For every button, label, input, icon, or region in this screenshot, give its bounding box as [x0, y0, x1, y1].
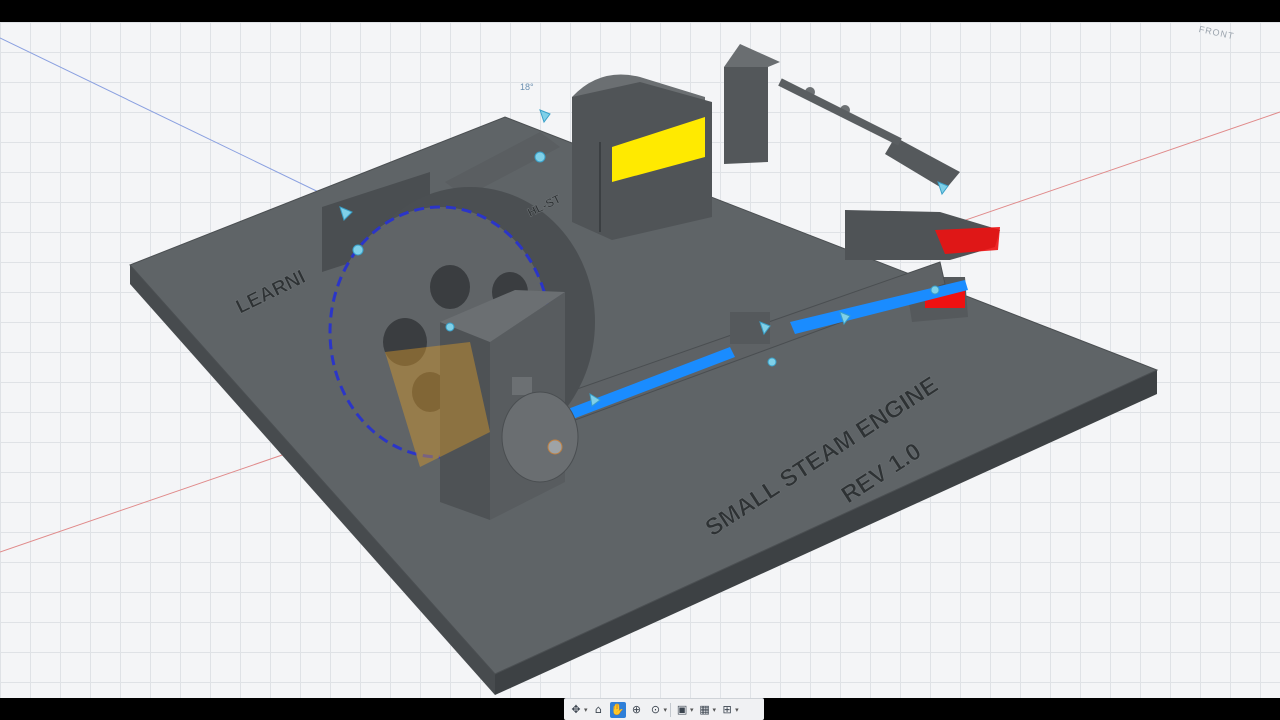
engine-model[interactable]: 18° LEARNI HL-ST SMALL STEAM ENGINE REV … [0, 22, 1280, 698]
rear-link-arm [885, 137, 960, 190]
canvas-viewport[interactable]: 18° LEARNI HL-ST SMALL STEAM ENGINE REV … [0, 22, 1280, 698]
rear-pillar-front [724, 67, 768, 164]
chevron-down-icon[interactable]: ▾ [713, 706, 717, 714]
flywheel-hole-2 [430, 265, 470, 309]
look-at-icon[interactable]: ⌂ [591, 702, 607, 718]
crank-disc [501, 391, 579, 483]
pan-icon[interactable]: ✋ [609, 701, 626, 718]
orbit-icon[interactable]: ✥ [568, 702, 584, 718]
chevron-down-icon[interactable]: ▾ [664, 706, 668, 714]
chevron-down-icon[interactable]: ▾ [690, 706, 694, 714]
zoom-window-icon[interactable]: ⊙ [648, 702, 664, 718]
navigation-toolbar: ✥ ▾ ⌂ ✋ ⊕ ⊙ ▾ ▣ ▾ ▦ ▾ ⊞ ▾ [564, 698, 764, 720]
display-settings-icon[interactable]: ▣ [674, 702, 690, 718]
viewports-icon[interactable]: ⊞ [719, 702, 735, 718]
red-highlight-1 [935, 227, 1000, 254]
rear-pillar-top [724, 44, 780, 67]
toolbar-divider [670, 702, 672, 717]
z-axis-line [0, 37, 361, 213]
grid-icon[interactable]: ▦ [697, 702, 713, 718]
chevron-down-icon[interactable]: ▾ [735, 706, 739, 714]
zoom-icon[interactable]: ⊕ [629, 702, 645, 718]
angle-label: 18° [520, 82, 534, 92]
chevron-down-icon[interactable]: ▾ [584, 706, 588, 714]
